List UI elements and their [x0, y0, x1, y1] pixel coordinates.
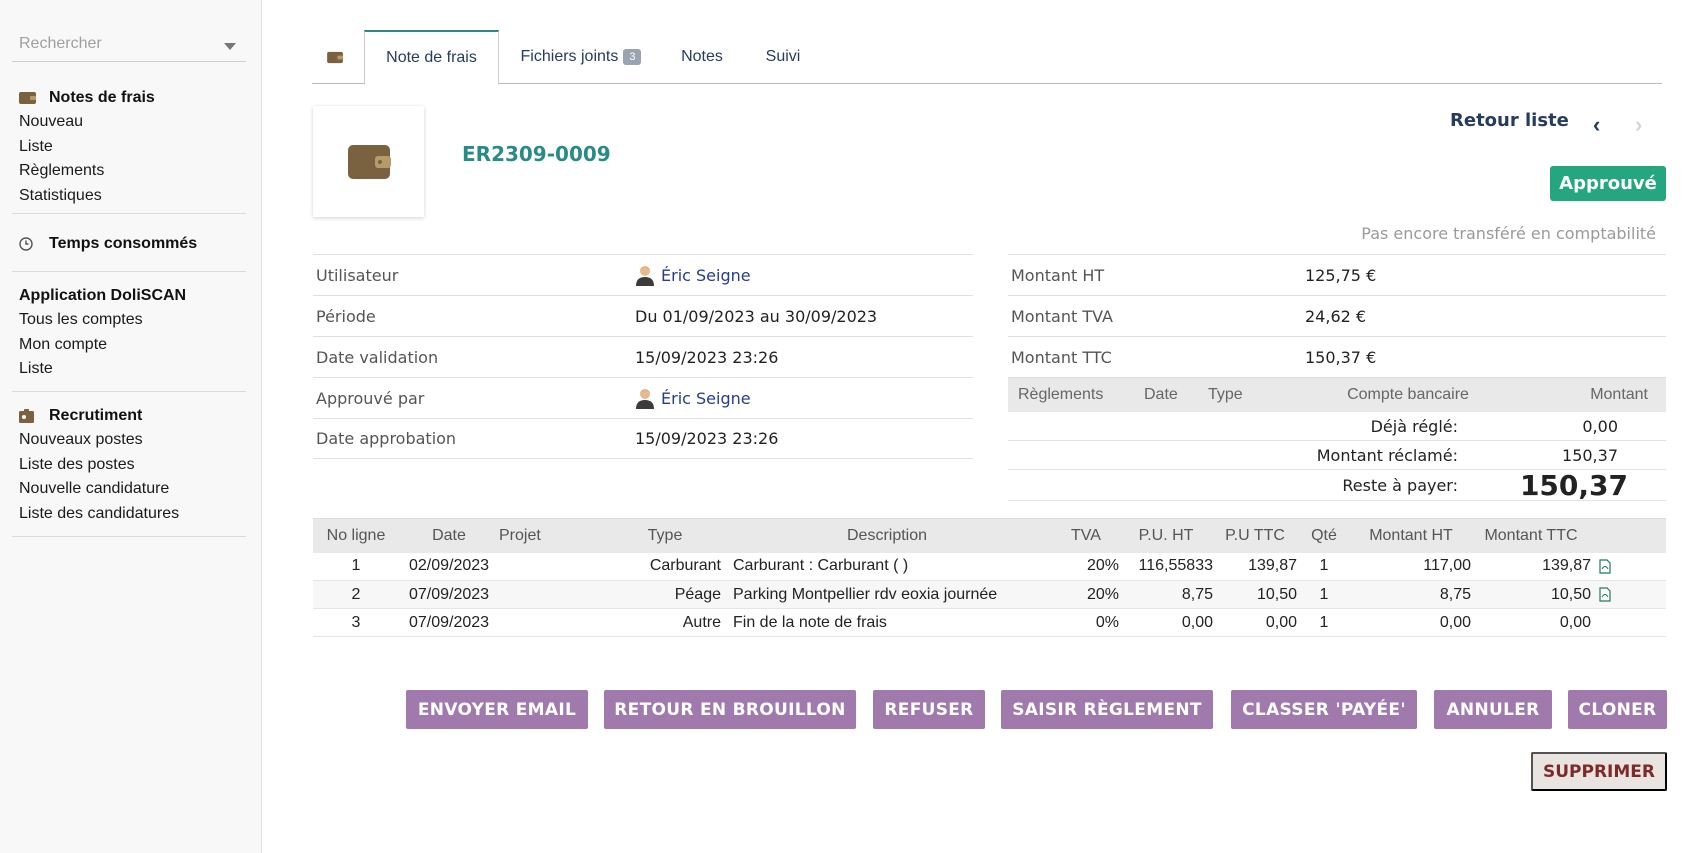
- payment-row-paid: Déjà réglé: 0,00: [1008, 412, 1666, 441]
- amount-row-tva: Montant TVA 24,62 €: [1008, 295, 1666, 336]
- chevron-right-icon: ›: [1635, 112, 1643, 137]
- enter-payment-button[interactable]: SAISIR RÈGLEMENT: [1001, 690, 1213, 729]
- menu-item-new-application[interactable]: Nouvelle candidature: [12, 477, 246, 502]
- menu-item-doliscan-list[interactable]: Liste: [12, 357, 246, 382]
- table-row: 1 02/09/2023 Carburant Carburant : Carbu…: [313, 552, 1666, 581]
- refuse-button[interactable]: REFUSER: [873, 690, 985, 729]
- info-row-approval-date: Date approbation 15/09/2023 23:26: [313, 418, 973, 459]
- approver-link[interactable]: Éric Seigne: [661, 389, 751, 408]
- menu-title-doliscan[interactable]: Application DoliSCAN: [12, 284, 246, 308]
- payment-row-remaining: Reste à payer: 150,37: [1008, 468, 1666, 502]
- badge-icon: [19, 409, 34, 423]
- tab-attachments[interactable]: Fichiers joints 3: [506, 30, 656, 84]
- lines-header-row: No ligne Date Projet Type Description TV…: [313, 518, 1666, 553]
- menu-item-all-accounts[interactable]: Tous les comptes: [12, 308, 246, 333]
- menu-item-application-list[interactable]: Liste des candidatures: [12, 502, 246, 527]
- accounting-status: Pas encore transféré en comptabilité: [1361, 224, 1656, 243]
- user-link[interactable]: Éric Seigne: [661, 266, 751, 285]
- payments-header: Règlements Date Type Compte bancaire Mon…: [1008, 377, 1666, 412]
- table-row: 2 07/09/2023 Péage Parking Montpellier r…: [313, 580, 1666, 609]
- menu-block-recruitment: Recrutiment Nouveaux postes Liste des po…: [12, 404, 246, 537]
- expense-info-table: Utilisateur Éric Seigne Période Du 01/09…: [313, 254, 973, 459]
- menu-item-my-account[interactable]: Mon compte: [12, 333, 246, 358]
- info-row-validation: Date validation 15/09/2023 23:26: [313, 336, 973, 377]
- menu-title-time[interactable]: Temps consommés: [12, 232, 246, 256]
- menu-title-expense[interactable]: Notes de frais: [12, 86, 246, 110]
- chevron-left-icon[interactable]: ‹: [1593, 112, 1600, 138]
- expense-logo: [313, 106, 424, 217]
- menu-block-time: Temps consommés: [12, 232, 246, 272]
- menu-item-payments[interactable]: Règlements: [12, 159, 246, 184]
- menu-block-doliscan: Application DoliSCAN Tous les comptes Mo…: [12, 284, 246, 392]
- table-row: 3 07/09/2023 Autre Fin de la note de fra…: [313, 608, 1666, 637]
- user-avatar-icon: [636, 266, 654, 286]
- wallet-icon: [326, 51, 343, 63]
- tab-expense-report[interactable]: Note de frais: [364, 30, 499, 85]
- menu-block-expense: Notes de frais Nouveau Liste Règlements …: [12, 86, 246, 214]
- delete-button[interactable]: SUPPRIMER: [1531, 752, 1667, 791]
- pdf-file-icon[interactable]: [1599, 587, 1611, 602]
- info-row-approved-by: Approuvé par Éric Seigne: [313, 377, 973, 418]
- search-placeholder: Rechercher: [19, 35, 102, 52]
- tab-tracking[interactable]: Suivi: [748, 30, 818, 84]
- expense-lines-table: No ligne Date Projet Type Description TV…: [313, 518, 1666, 637]
- menu-item-job-list[interactable]: Liste des postes: [12, 453, 246, 478]
- wallet-icon: [19, 92, 36, 104]
- amount-row-ttc: Montant TTC 150,37 €: [1008, 336, 1666, 377]
- amounts-table: Montant HT 125,75 € Montant TVA 24,62 € …: [1008, 254, 1666, 502]
- menu-item-new[interactable]: Nouveau: [12, 110, 246, 135]
- wallet-icon: [347, 144, 391, 179]
- amount-row-ht: Montant HT 125,75 €: [1008, 254, 1666, 295]
- tab-home-icon[interactable]: [312, 30, 358, 84]
- tab-notes[interactable]: Notes: [662, 30, 742, 84]
- menu-title-recruitment[interactable]: Recrutiment: [12, 404, 246, 428]
- classify-paid-button[interactable]: CLASSER 'PAYÉE': [1231, 690, 1417, 729]
- remaining-amount: 150,37: [1519, 468, 1628, 502]
- attachments-count-badge: 3: [623, 49, 642, 65]
- left-sidebar: Rechercher Notes de frais Nouveau Liste …: [0, 0, 262, 853]
- clone-button[interactable]: CLONER: [1568, 690, 1667, 729]
- pdf-file-icon[interactable]: [1599, 558, 1611, 574]
- back-to-draft-button[interactable]: RETOUR EN BROUILLON: [604, 690, 856, 729]
- info-row-user: Utilisateur Éric Seigne: [313, 254, 973, 295]
- tab-bar: Note de frais Fichiers joints 3 Notes Su…: [312, 30, 1662, 85]
- menu-item-new-jobs[interactable]: Nouveaux postes: [12, 428, 246, 453]
- info-row-period: Période Du 01/09/2023 au 30/09/2023: [313, 295, 973, 336]
- clock-icon: [19, 237, 33, 251]
- chevron-down-icon[interactable]: [224, 43, 236, 50]
- expense-ref: ER2309-0009: [462, 142, 611, 166]
- status-badge: Approuvé: [1550, 166, 1666, 201]
- search-select[interactable]: Rechercher: [12, 30, 246, 62]
- menu-item-stats[interactable]: Statistiques: [12, 184, 246, 209]
- payment-row-claimed: Montant réclamé: 150,37: [1008, 441, 1666, 470]
- cancel-button[interactable]: ANNULER: [1434, 690, 1552, 729]
- send-email-button[interactable]: ENVOYER EMAIL: [406, 690, 588, 729]
- back-to-list-link[interactable]: Retour liste: [1450, 110, 1569, 131]
- menu-item-list[interactable]: Liste: [12, 135, 246, 160]
- user-avatar-icon: [636, 389, 654, 409]
